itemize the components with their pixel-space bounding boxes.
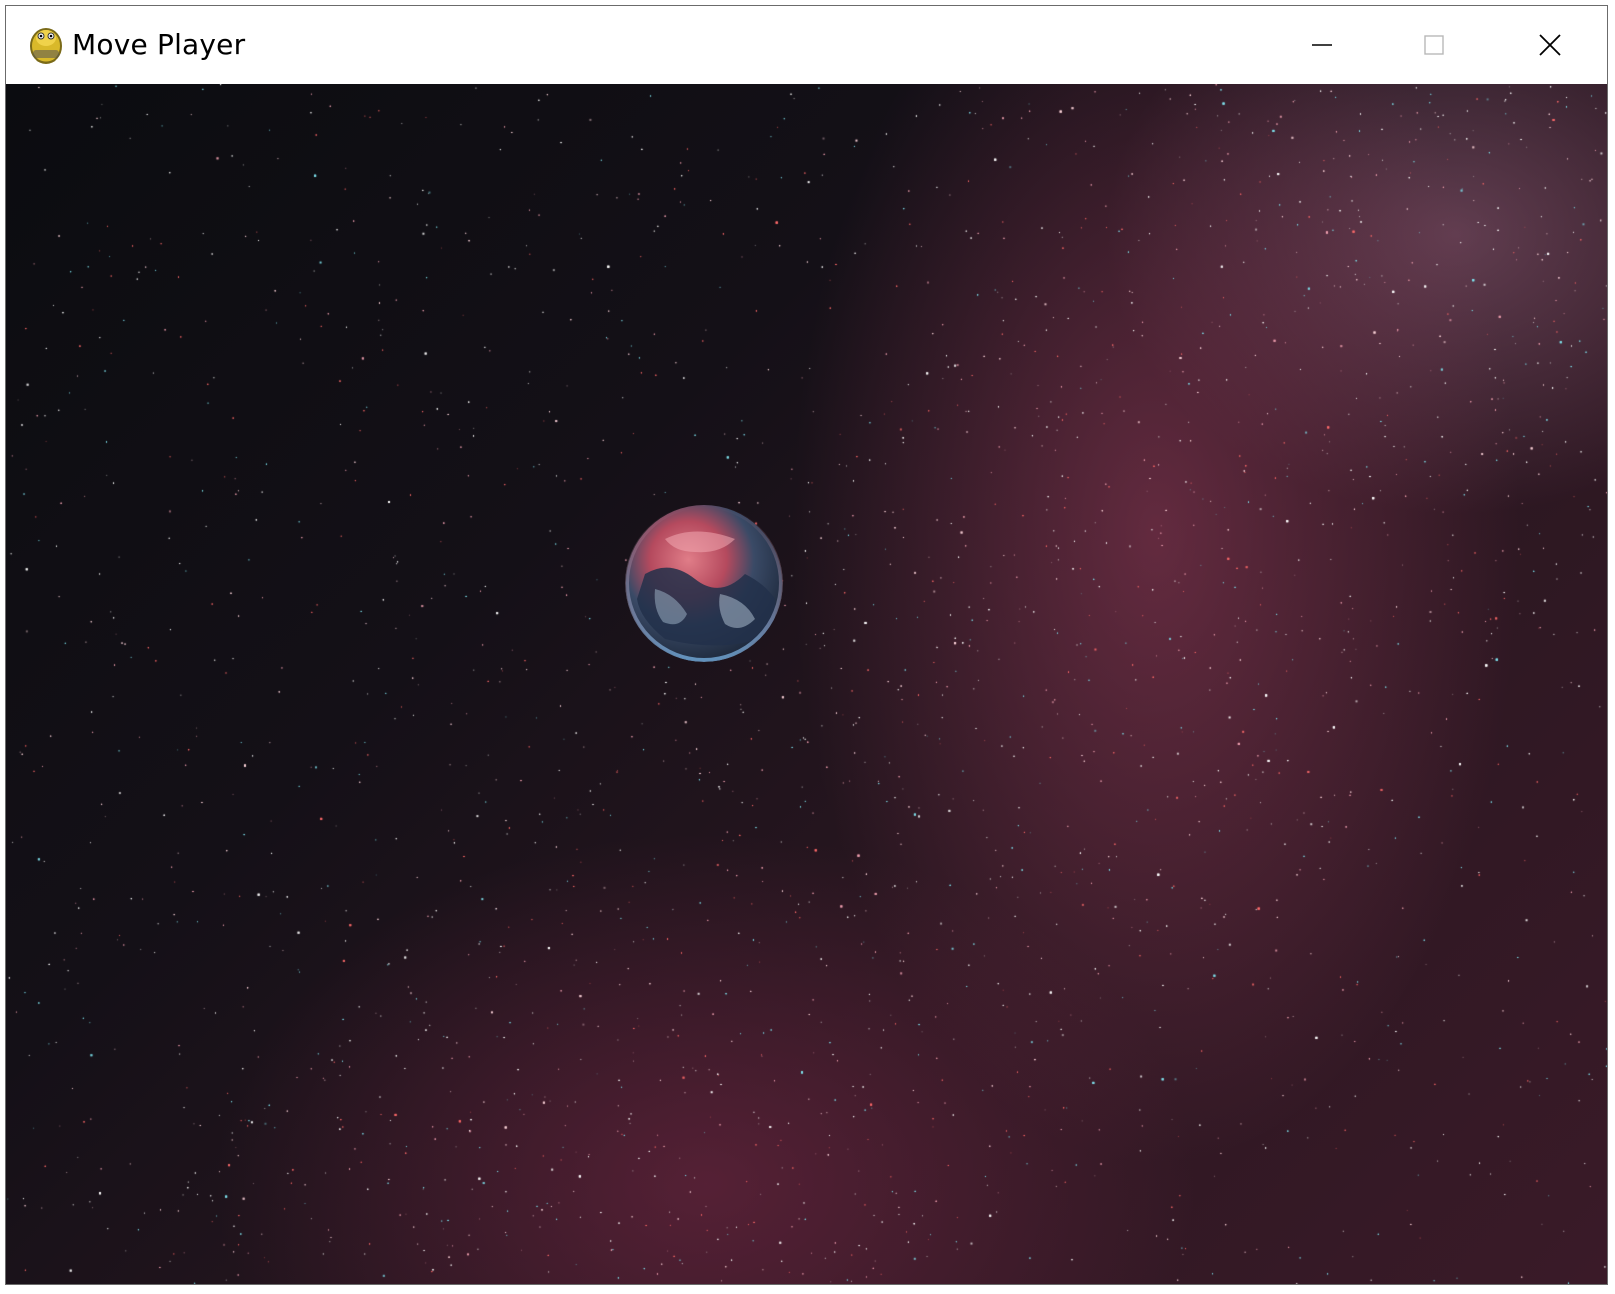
starfield-background [6, 84, 1607, 1284]
title-bar[interactable]: Move Player [6, 6, 1607, 84]
window-title: Move Player [72, 28, 246, 61]
pygame-snake-icon [30, 28, 62, 64]
game-canvas[interactable] [6, 84, 1607, 1284]
earth-planet-sprite [625, 504, 783, 662]
game-window: Move Player [5, 5, 1608, 1285]
close-icon [1539, 34, 1561, 56]
maximize-icon [1424, 35, 1444, 55]
maximize-button[interactable] [1378, 6, 1490, 84]
minimize-button[interactable] [1266, 6, 1378, 84]
minimize-icon [1312, 44, 1332, 46]
close-button[interactable] [1494, 6, 1606, 84]
